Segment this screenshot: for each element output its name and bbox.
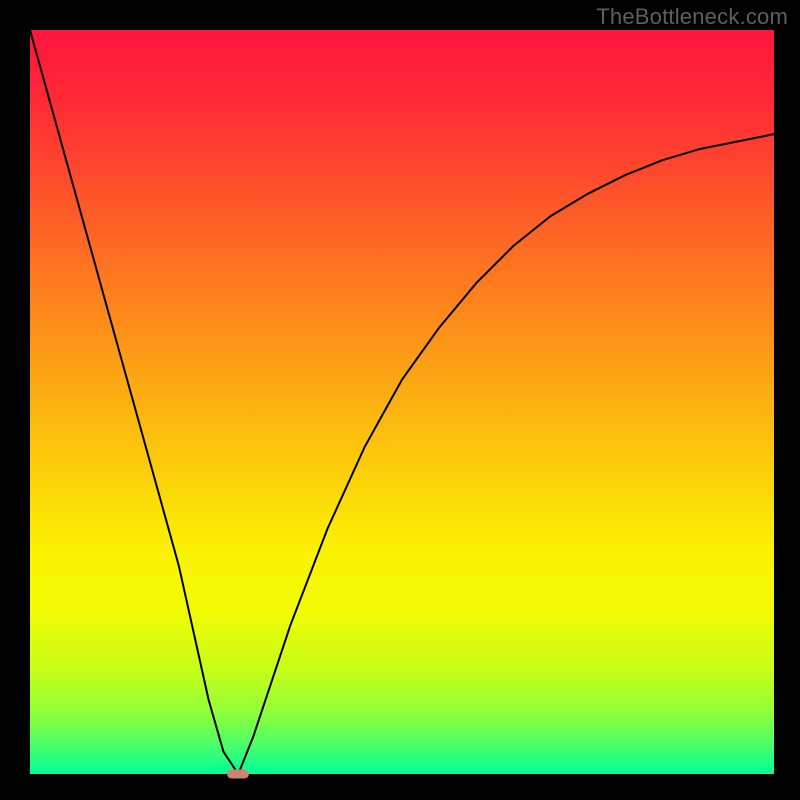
optimal-marker [227, 770, 249, 779]
chart-container: TheBottleneck.com [0, 0, 800, 800]
bottleneck-curve [30, 30, 774, 774]
plot-area [30, 30, 774, 774]
watermark-text: TheBottleneck.com [596, 4, 788, 30]
